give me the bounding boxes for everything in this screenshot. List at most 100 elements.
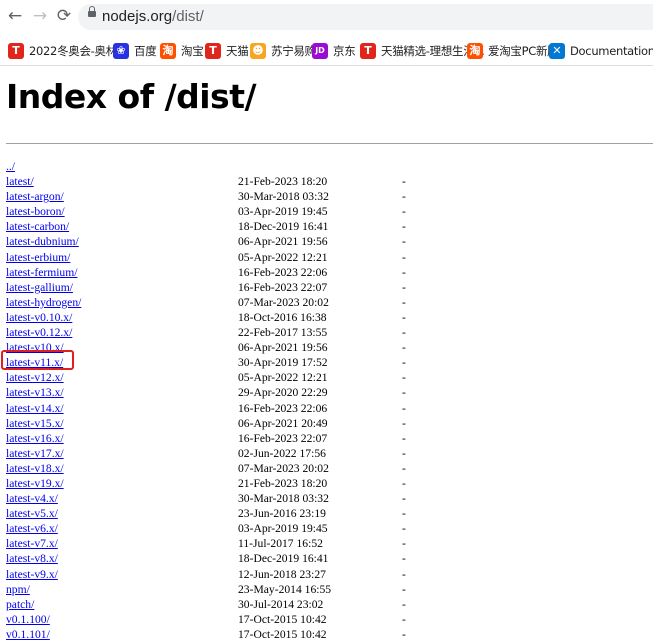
file-size: - [402,492,406,506]
lock-icon[interactable] [88,6,96,17]
modified-date: 29-Apr-2020 22:29 [238,386,328,400]
directory-link[interactable]: latest-hydrogen/ [6,295,81,310]
bookmark-item[interactable]: T 天猫精选-理想生活... [360,41,485,61]
bookmark-item[interactable]: 淘爱淘宝PC新版 [467,41,559,61]
file-size: - [402,250,406,264]
directory-link[interactable]: latest-fermium/ [6,265,77,280]
file-size: - [402,190,406,204]
directory-link[interactable]: latest-v8.x/ [6,551,58,566]
listing-row: latest-v14.x/16-Feb-2023 22:06 - [6,401,653,416]
directory-link[interactable]: v0.1.100/ [6,612,50,627]
listing-row: latest-v11.x/30-Apr-2019 17:52- [6,355,653,370]
modified-date: 30-Jul-2014 23:02 [238,597,324,611]
modified-date: 03-Apr-2019 19:45 [238,522,328,536]
listing-row: latest-carbon/18-Dec-2019 16:41 - [6,219,653,234]
directory-link[interactable]: latest-dubnium/ [6,234,79,249]
listing-row: latest-v13.x/29-Apr-2020 22:29 - [6,385,653,400]
url-text[interactable]: nodejs.org/dist/ [102,7,204,27]
directory-link[interactable]: latest-v13.x/ [6,385,64,400]
bookmark-item[interactable]: ❀ 百度 [113,41,157,61]
listing-row: latest-v17.x/02-Jun-2022 17:56 - [6,446,653,461]
file-size: - [402,416,406,430]
listing-row: latest-boron/03-Apr-2019 19:45 - [6,204,653,219]
directory-link[interactable]: latest-argon/ [6,189,64,204]
directory-link[interactable]: latest-v17.x/ [6,446,64,461]
listing-row: latest-v7.x/11-Jul-2017 16:52 - [6,536,653,551]
browser-toolbar: ← → ⟳ nodejs.org/dist/ [0,0,653,34]
listing-row: latest-dubnium/06-Apr-2021 19:56 - [6,234,653,249]
bookmark-label: 淘宝 [181,44,204,58]
file-size: - [402,371,406,385]
modified-date: 05-Apr-2022 12:21 [238,250,328,264]
file-size: - [402,552,406,566]
directory-link[interactable]: latest-v15.x/ [6,416,64,431]
baidu-paw-icon: ❀ [113,43,129,59]
bookmark-label: 苏宁易购 [271,44,316,58]
modified-date: 17-Oct-2015 10:42 [238,627,327,641]
modified-date: 21-Feb-2023 18:20 [238,476,328,490]
reload-icon[interactable]: ⟳ [55,7,73,25]
file-size: - [402,205,406,219]
directory-link[interactable]: latest-carbon/ [6,219,69,234]
bookmark-item[interactable]: JD 京东 [312,41,356,61]
file-size: - [402,220,406,234]
modified-date: 23-May-2014 16:55 [238,582,332,596]
modified-date: 16-Feb-2023 22:06 [238,265,328,279]
directory-link[interactable]: latest-v18.x/ [6,461,64,476]
back-arrow-icon[interactable]: ← [6,7,24,25]
modified-date: 16-Feb-2023 22:07 [238,280,328,294]
tmall-t-icon: T [360,43,376,59]
modified-date: 02-Jun-2022 17:56 [238,446,326,460]
directory-link[interactable]: latest-v19.x/ [6,476,64,491]
directory-link[interactable]: latest-v12.x/ [6,370,64,385]
directory-link[interactable]: v0.1.101/ [6,627,50,642]
file-size: - [402,386,406,400]
modified-date: 06-Apr-2021 20:49 [238,416,328,430]
listing-row: latest-fermium/16-Feb-2023 22:06 - [6,265,653,280]
directory-link[interactable]: latest/ [6,174,34,189]
bookmark-label: 爱淘宝PC新版 [488,44,559,58]
file-size: - [402,461,406,475]
directory-link[interactable]: npm/ [6,582,30,597]
directory-link[interactable]: ../ [6,159,15,174]
file-size: - [402,280,406,294]
address-bar[interactable]: nodejs.org/dist/ [78,4,653,30]
bookmark-label: Documentation f... [570,44,653,58]
file-size: - [402,326,406,340]
listing-row: latest-v18.x/07-Mar-2023 20:02 - [6,461,653,476]
bookmark-item[interactable]: T 2022冬奥会-奥林... [8,41,127,61]
directory-link[interactable]: latest-v7.x/ [6,536,58,551]
directory-link[interactable]: latest-v5.x/ [6,506,58,521]
directory-link[interactable]: patch/ [6,597,34,612]
directory-link[interactable]: latest-v4.x/ [6,491,58,506]
modified-date: 30-Apr-2019 17:52 [238,356,328,370]
directory-link[interactable]: latest-v14.x/ [6,401,64,416]
file-size: - [402,265,406,279]
directory-link[interactable]: latest-v16.x/ [6,431,64,446]
directory-link[interactable]: latest-v9.x/ [6,567,58,582]
modified-date: 06-Apr-2021 19:56 [238,235,328,249]
directory-link[interactable]: latest-gallium/ [6,280,73,295]
modified-date: 18-Dec-2019 16:41 [238,220,329,234]
url-path: /dist/ [172,8,204,25]
listing-row: latest-v10.x/06-Apr-2021 19:56- [6,340,653,355]
file-size: - [402,567,406,581]
bookmark-item[interactable]: 淘淘宝 [160,41,204,61]
directory-link[interactable]: latest-v0.12.x/ [6,325,72,340]
file-size: - [402,612,406,626]
file-size: - [402,446,406,460]
listing-row: latest-v0.10.x/18-Oct-2016 16:38 - [6,310,653,325]
directory-link[interactable]: latest-erbium/ [6,250,70,265]
directory-link[interactable]: latest-boron/ [6,204,65,219]
listing-row: v0.1.101/17-Oct-2015 10:42 - [6,627,653,642]
bookmark-item[interactable]: ✕ Documentation f... [549,41,653,61]
directory-link[interactable]: latest-v6.x/ [6,521,58,536]
listing-row: latest-gallium/16-Feb-2023 22:07 - [6,280,653,295]
file-size: - [402,582,406,596]
modified-date: 16-Feb-2023 22:06 [238,401,328,415]
directory-link[interactable]: latest-v0.10.x/ [6,310,72,325]
modified-date: 18-Dec-2019 16:41 [238,552,329,566]
forward-arrow-icon[interactable]: → [31,7,49,25]
bookmark-item[interactable]: T 天猫 [205,41,249,61]
bookmark-item[interactable]: ☻ 苏宁易购 [250,41,316,61]
